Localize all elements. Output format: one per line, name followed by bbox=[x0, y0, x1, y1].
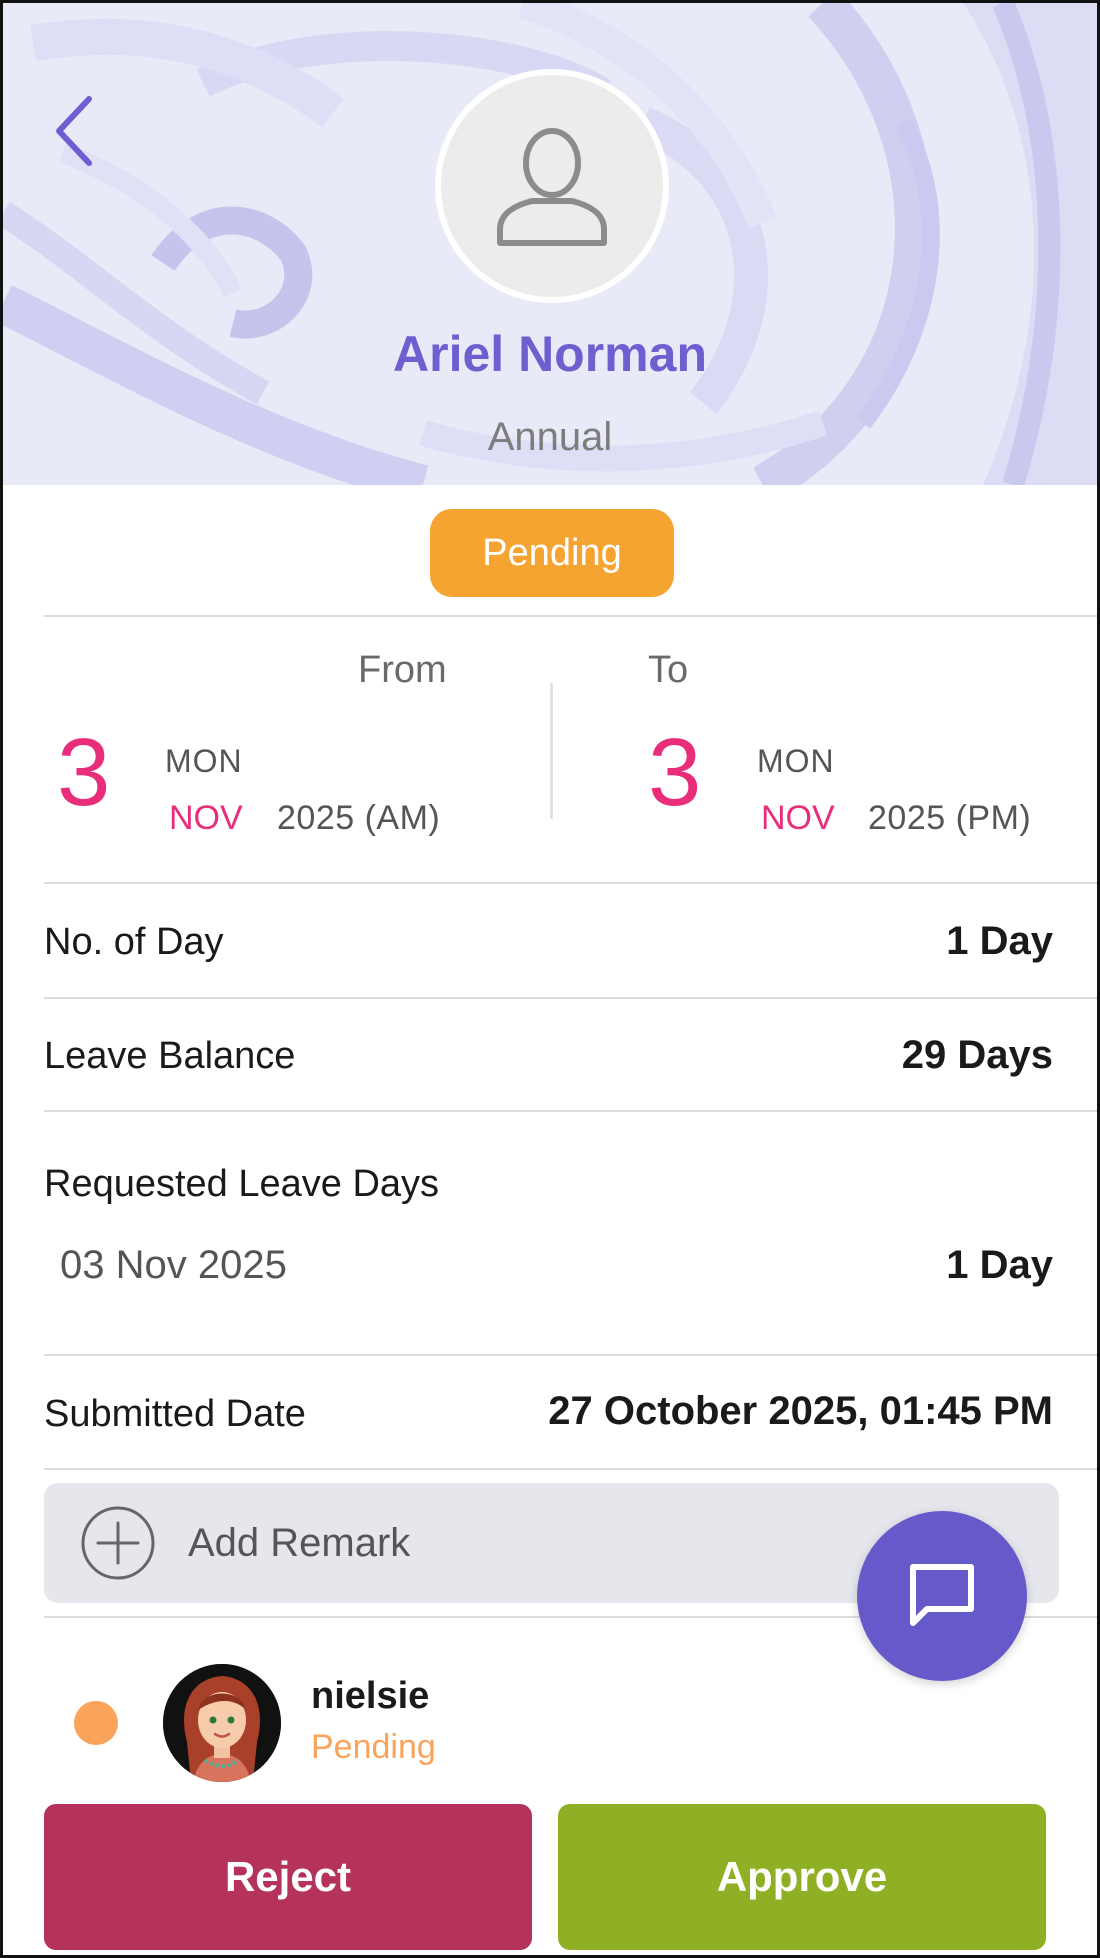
approver-name: nielsie bbox=[311, 1675, 430, 1717]
reject-button[interactable]: Reject bbox=[44, 1804, 532, 1950]
to-weekday: MON bbox=[757, 743, 835, 779]
approve-button[interactable]: Approve bbox=[558, 1804, 1046, 1950]
divider bbox=[44, 1468, 1097, 1470]
date-divider bbox=[550, 683, 553, 819]
to-day: 3 bbox=[648, 719, 702, 826]
add-remark-label: Add Remark bbox=[188, 1520, 411, 1565]
add-circle-icon bbox=[80, 1505, 156, 1581]
submitted-date-label: Submitted Date bbox=[44, 1393, 306, 1435]
from-month: NOV bbox=[169, 799, 243, 837]
divider bbox=[44, 997, 1097, 999]
avatar bbox=[163, 1664, 281, 1782]
chat-button[interactable] bbox=[857, 1511, 1027, 1681]
requested-leave-label: Requested Leave Days bbox=[44, 1163, 440, 1205]
to-label: To bbox=[648, 649, 689, 691]
divider bbox=[44, 615, 1097, 617]
from-year: 2025 (AM) bbox=[277, 799, 441, 837]
divider bbox=[44, 882, 1097, 884]
divider bbox=[44, 1354, 1097, 1356]
requested-leave-value: 1 Day bbox=[946, 1243, 1053, 1287]
to-month: NOV bbox=[761, 799, 835, 837]
employee-name: Ariel Norman bbox=[393, 326, 707, 382]
no-of-day-value: 1 Day bbox=[946, 919, 1053, 963]
no-of-day-label: No. of Day bbox=[44, 921, 224, 963]
requested-leave-date: 03 Nov 2025 bbox=[60, 1243, 287, 1287]
from-day: 3 bbox=[57, 719, 111, 826]
employee-avatar bbox=[435, 69, 669, 303]
leave-balance-label: Leave Balance bbox=[44, 1035, 296, 1077]
approver-status: Pending bbox=[311, 1728, 436, 1766]
submitted-date-value: 27 October 2025, 01:45 PM bbox=[548, 1389, 1053, 1433]
divider bbox=[44, 1110, 1097, 1112]
profile-header: Ariel Norman Annual bbox=[3, 3, 1097, 485]
status-dot bbox=[74, 1701, 118, 1745]
chat-bubble-icon bbox=[910, 1564, 974, 1626]
user-placeholder-icon bbox=[497, 128, 607, 246]
to-year: 2025 (PM) bbox=[868, 799, 1032, 837]
leave-detail-screen: Ariel Norman Annual Pending From To 3 MO… bbox=[0, 0, 1100, 1958]
from-label: From bbox=[358, 649, 447, 691]
back-button[interactable] bbox=[43, 91, 103, 171]
from-weekday: MON bbox=[165, 743, 243, 779]
leave-balance-value: 29 Days bbox=[901, 1033, 1053, 1077]
leave-type: Annual bbox=[487, 415, 613, 459]
chevron-left-icon bbox=[56, 96, 92, 166]
status-badge: Pending bbox=[430, 509, 674, 597]
